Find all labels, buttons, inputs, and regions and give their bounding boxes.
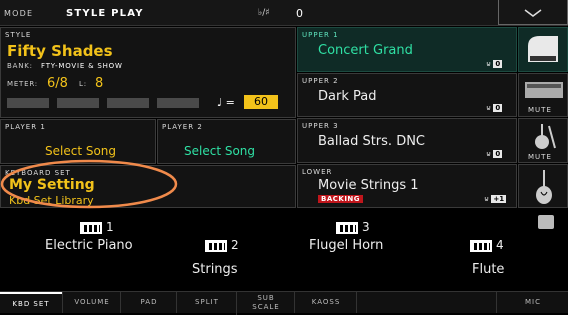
pad-4[interactable]: 4 Flute [460, 236, 540, 286]
mode-value[interactable]: STYLE PLAY [66, 8, 144, 19]
style-panel[interactable]: STYLE Fifty Shades BANK: FTY-MOVIE & SHO… [0, 27, 296, 118]
pad-number: 3 [362, 220, 370, 234]
chevron-down-icon [524, 9, 542, 17]
tab-kaoss[interactable]: KAOSS [294, 292, 357, 313]
pad-number: 1 [106, 220, 114, 234]
pad-1[interactable]: 1 Electric Piano [40, 218, 170, 253]
upper3-mute: MUTE [528, 153, 552, 161]
pad-2[interactable]: 2 Strings [185, 236, 275, 286]
upper2-panel[interactable]: UPPER 2 Dark Pad ⊍ 0 [297, 73, 517, 117]
bank-value: FTY-MOVIE & SHOW [41, 62, 123, 70]
lower-panel[interactable]: LOWER Movie Strings 1 BACKING ⊍ +1 [297, 164, 517, 208]
pads-section: 1 Electric Piano 2 Strings 3 Flugel Horn… [0, 210, 568, 292]
transpose-label: ♭/♯ [258, 8, 270, 18]
tab-empty[interactable] [356, 292, 497, 313]
pad-name: Flugel Horn [309, 238, 384, 253]
transpose-value[interactable]: 0 [296, 7, 303, 20]
player2-label: PLAYER 2 [162, 123, 203, 131]
grand-piano-icon [528, 36, 558, 62]
upper2-name: Dark Pad [318, 89, 377, 104]
tab-mic[interactable]: MIC [496, 292, 568, 313]
tab-volume[interactable]: VOLUME [62, 292, 121, 313]
upper3-label: UPPER 3 [302, 122, 339, 130]
upper2-label: UPPER 2 [302, 77, 339, 85]
length-value: 8 [95, 76, 104, 91]
player1-label: PLAYER 1 [5, 123, 46, 131]
upper1-name: Concert Grand [318, 43, 413, 58]
lower-octave: ⊍ +1 [484, 195, 507, 203]
upper2-octave: ⊍ 0 [486, 104, 503, 112]
keyboard-set-panel[interactable]: KEYBOARD SET My Setting Kbd Set Library [0, 159, 296, 209]
keyboard-icon [205, 240, 227, 252]
lower-label: LOWER [302, 168, 333, 176]
length-label: L: [79, 80, 87, 88]
upper1-instrument[interactable] [518, 27, 568, 72]
synth-icon [525, 82, 563, 98]
pad-number: 2 [231, 238, 239, 252]
player2-value: Select Song [184, 144, 256, 158]
lower-name: Movie Strings 1 [318, 178, 419, 193]
meter-label: METER: [7, 80, 38, 88]
keyboard-icon [336, 222, 358, 234]
upper1-panel[interactable]: UPPER 1 Concert Grand ⊍ 0 [297, 27, 517, 72]
tab-pad[interactable]: PAD [120, 292, 177, 313]
upper3-panel[interactable]: UPPER 3 Ballad Strs. DNC ⊍ 0 [297, 118, 517, 163]
upper1-octave: ⊍ 0 [486, 60, 503, 68]
keyboard-icon [80, 222, 102, 234]
meter-value: 6/8 [47, 76, 68, 91]
upper1-label: UPPER 1 [302, 31, 339, 39]
mode-label: MODE [4, 9, 34, 18]
tab-split[interactable]: SPLIT [176, 292, 237, 313]
pad-3[interactable]: 3 Flugel Horn [300, 218, 410, 253]
pad-name: Flute [472, 262, 505, 277]
pad-name: Electric Piano [45, 238, 133, 253]
style-label: STYLE [5, 31, 32, 39]
pad-number: 4 [496, 238, 504, 252]
upper3-instrument[interactable]: MUTE [518, 118, 568, 163]
highlight-ellipse [0, 159, 178, 209]
bank-label: BANK: [7, 62, 33, 70]
tempo-note: ♩ = [217, 96, 235, 109]
lower-instrument[interactable] [518, 164, 568, 208]
tab-sub-scale[interactable]: SUB SCALE [236, 292, 295, 315]
lock-icon[interactable] [538, 215, 554, 229]
top-bar: MODE STYLE PLAY ♭/♯ 0 [0, 0, 568, 26]
violin-section-icon [535, 124, 556, 149]
upper2-instrument[interactable]: MUTE [518, 73, 568, 117]
tempo-value[interactable]: 60 [244, 95, 278, 109]
upper3-name: Ballad Strs. DNC [318, 134, 426, 149]
pad-name: Strings [192, 262, 238, 277]
backing-badge: BACKING [318, 195, 364, 203]
progress-bars [7, 98, 199, 108]
keyboard-icon [470, 240, 492, 252]
player1-value: Select Song [45, 144, 117, 158]
violin-icon [536, 170, 552, 204]
style-name: Fifty Shades [7, 42, 113, 60]
tab-kbd-set[interactable]: KBD SET [0, 292, 62, 315]
dropdown-button[interactable] [498, 0, 568, 25]
upper2-mute: MUTE [528, 106, 552, 114]
upper3-octave: ⊍ 0 [486, 150, 503, 158]
